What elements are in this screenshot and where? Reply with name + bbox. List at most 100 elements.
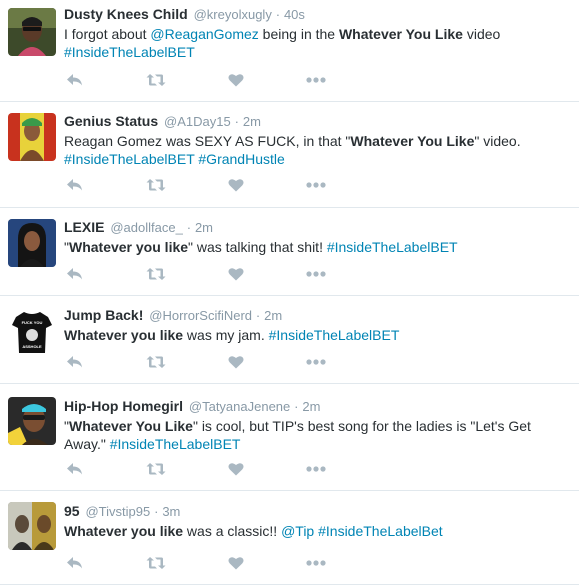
text-segment: was a classic!! [183, 523, 282, 539]
retweet-button[interactable] [146, 352, 166, 372]
username[interactable]: @Tivstip95 [85, 504, 150, 519]
more-icon [306, 77, 326, 83]
tweet-actions [64, 352, 364, 372]
timeline: Dusty Knees Child @kreyolxugly · 40s I f… [0, 0, 579, 585]
avatar[interactable] [8, 8, 56, 56]
tweet-header: Genius Status @A1Day15 · 2m [64, 102, 579, 131]
reply-icon [67, 356, 82, 368]
heart-icon [228, 356, 244, 369]
highlighted-text: Whatever you like [68, 239, 189, 255]
tweet[interactable]: Dusty Knees Child @kreyolxugly · 40s I f… [0, 0, 579, 102]
retweet-button[interactable] [146, 70, 166, 90]
tweet-actions [64, 175, 364, 195]
timestamp[interactable]: 2m [243, 114, 261, 129]
retweet-icon [146, 557, 166, 569]
reply-button[interactable] [66, 175, 84, 195]
more-button[interactable] [306, 352, 326, 372]
like-button[interactable] [228, 70, 244, 90]
reply-button[interactable] [66, 352, 84, 372]
reply-button[interactable] [66, 264, 84, 284]
tweet[interactable]: LEXIE @adollface_ · 2m "Whatever you lik… [0, 208, 579, 296]
username[interactable]: @kreyolxugly [194, 7, 272, 22]
hashtag-link[interactable]: #InsideTheLabelBET [110, 436, 241, 452]
display-name[interactable]: Genius Status [64, 113, 158, 129]
display-name[interactable]: Hip-Hop Homegirl [64, 398, 183, 414]
timestamp[interactable]: 2m [302, 399, 320, 414]
like-button[interactable] [228, 459, 244, 479]
username[interactable]: @HorrorScifiNerd [149, 308, 252, 323]
hashtag-link[interactable]: #InsideTheLabelBET [64, 151, 195, 167]
retweet-icon [146, 463, 166, 475]
retweet-icon [146, 356, 166, 368]
text-segment: Reagan Gomez was SEXY AS FUCK, in that " [64, 133, 351, 149]
like-button[interactable] [228, 553, 244, 573]
more-icon [306, 271, 326, 277]
hashtag-link[interactable]: #GrandHustle [198, 151, 284, 167]
mention-link[interactable]: @Tip [281, 523, 314, 539]
avatar[interactable] [8, 219, 56, 267]
tweet[interactable]: Genius Status @A1Day15 · 2m Reagan Gomez… [0, 102, 579, 208]
more-icon [306, 359, 326, 365]
tweet[interactable]: Hip-Hop Homegirl @TatyanaJenene · 2m "Wh… [0, 384, 579, 491]
display-name[interactable]: Jump Back! [64, 307, 143, 323]
highlighted-text: Whatever you like [64, 327, 184, 343]
highlighted-text: Whatever you like [64, 523, 184, 539]
retweet-icon [146, 268, 166, 280]
like-button[interactable] [228, 352, 244, 372]
username[interactable]: @TatyanaJenene [189, 399, 290, 414]
display-name[interactable]: LEXIE [64, 219, 104, 235]
retweet-icon [146, 74, 166, 86]
text-segment: I forgot about [64, 26, 151, 42]
reply-button[interactable] [66, 70, 84, 90]
username[interactable]: @A1Day15 [164, 114, 231, 129]
timestamp[interactable]: 2m [264, 308, 282, 323]
like-button[interactable] [228, 264, 244, 284]
text-segment: being in the [258, 26, 339, 42]
shirt-text: ASSHOLE [22, 344, 42, 349]
avatar[interactable] [8, 113, 56, 161]
reply-button[interactable] [66, 553, 84, 573]
username[interactable]: @adollface_ [110, 220, 182, 235]
retweet-button[interactable] [146, 553, 166, 573]
avatar[interactable]: FUCK YOU ASSHOLE [8, 307, 56, 355]
more-button[interactable] [306, 175, 326, 195]
reply-button[interactable] [66, 459, 84, 479]
highlighted-text: Whatever You Like [68, 418, 193, 434]
more-button[interactable] [306, 264, 326, 284]
more-button[interactable] [306, 553, 326, 573]
retweet-button[interactable] [146, 459, 166, 479]
hashtag-link[interactable]: #InsideTheLabelBET [327, 239, 458, 255]
tweet[interactable]: FUCK YOU ASSHOLE Jump Back! @HorrorScifi… [0, 296, 579, 384]
retweet-button[interactable] [146, 175, 166, 195]
retweet-button[interactable] [146, 264, 166, 284]
hashtag-link[interactable]: #InsideTheLabelBET [64, 44, 195, 60]
tweet[interactable]: 95 @Tivstip95 · 3m Whatever you like was… [0, 491, 579, 585]
hashtag-link[interactable]: #InsideTheLabelBet [318, 523, 443, 539]
timestamp[interactable]: 40s [284, 7, 305, 22]
more-button[interactable] [306, 459, 326, 479]
timestamp[interactable]: 3m [162, 504, 180, 519]
tweet-text: "Whatever You Like" is cool, but TIP's b… [64, 417, 579, 453]
avatar[interactable] [8, 502, 56, 550]
more-icon [306, 182, 326, 188]
avatar[interactable] [8, 397, 56, 445]
hashtag-link[interactable]: #InsideTheLabelBET [269, 327, 400, 343]
mention-link[interactable]: @ReaganGomez [150, 26, 258, 42]
tweet-header: LEXIE @adollface_ · 2m [64, 208, 579, 237]
reply-icon [67, 557, 82, 569]
tweet-text: I forgot about @ReaganGomez being in the… [64, 25, 579, 61]
text-segment: " video. [474, 133, 521, 149]
tweet-header: Hip-Hop Homegirl @TatyanaJenene · 2m [64, 384, 579, 416]
like-button[interactable] [228, 175, 244, 195]
reply-icon [67, 74, 82, 86]
timestamp[interactable]: 2m [195, 220, 213, 235]
display-name[interactable]: 95 [64, 503, 80, 519]
tweet-text: "Whatever you like" was talking that shi… [64, 238, 579, 256]
tweet-header: Dusty Knees Child @kreyolxugly · 40s [64, 0, 579, 24]
more-button[interactable] [306, 70, 326, 90]
display-name[interactable]: Dusty Knees Child [64, 6, 188, 22]
tweet-actions [64, 553, 364, 573]
separator: · [186, 220, 192, 235]
separator: · [294, 399, 299, 414]
shirt-text: FUCK YOU [22, 320, 43, 325]
